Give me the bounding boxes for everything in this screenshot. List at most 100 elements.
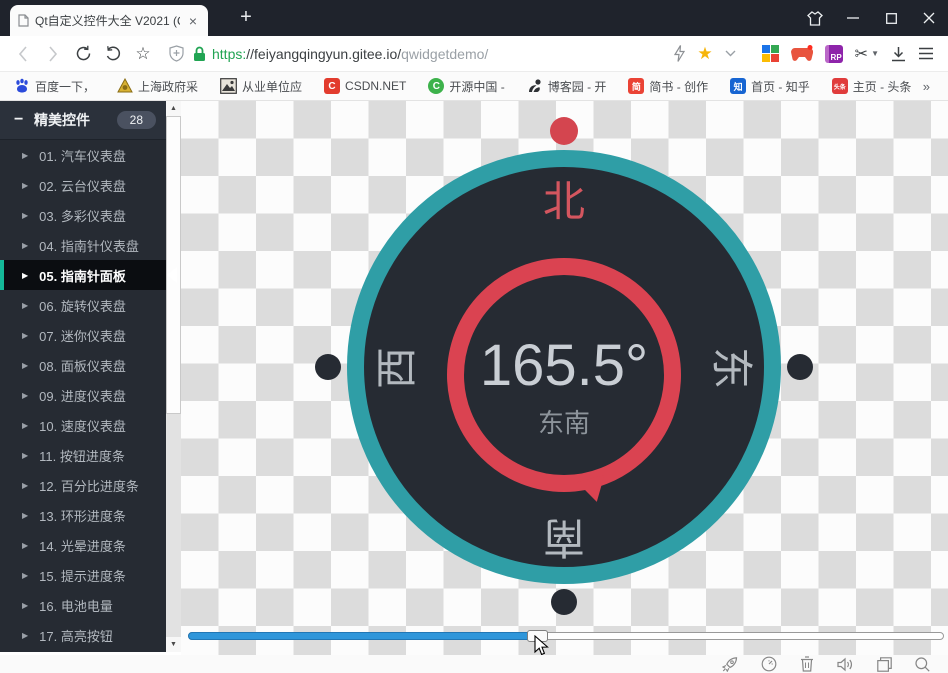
search-zoom-icon[interactable] — [915, 657, 930, 672]
mouse-cursor-icon — [534, 635, 550, 655]
bookmark-star-icon[interactable]: ☆ — [128, 44, 158, 64]
bookmark-label: 上海政府采 — [138, 78, 198, 95]
sidebar-item-05-selected[interactable]: ▶05. 指南针面板 — [0, 260, 166, 290]
sidebar-item-02[interactable]: ▶02. 云台仪表盘 — [0, 170, 166, 200]
caret-right-icon: ▶ — [22, 301, 28, 310]
tab-title: Qt自定义控件大全 V2021 (Q — [35, 12, 180, 29]
sidebar-item-label: 09. 进度仪表盘 — [39, 386, 126, 405]
rp-extension-icon[interactable]: RP — [825, 45, 843, 63]
new-tab-button[interactable]: + — [232, 4, 260, 32]
bookmark-shanghai-gov[interactable]: 上海政府采 — [117, 78, 198, 95]
bookmark-label: 简书 - 创作 — [649, 78, 708, 95]
caret-right-icon: ▶ — [22, 241, 28, 250]
sidebar-item-16[interactable]: ▶16. 电池电量 — [0, 590, 166, 620]
sidebar-item-14[interactable]: ▶14. 光晕进度条 — [0, 530, 166, 560]
tab-bar: Qt自定义控件大全 V2021 (Q × + — [0, 0, 948, 36]
scrollbar-track[interactable] — [166, 414, 181, 637]
scroll-up-icon[interactable]: ▲ — [166, 101, 181, 116]
sidebar-item-label: 10. 速度仪表盘 — [39, 416, 126, 435]
caret-right-icon: ▶ — [22, 331, 28, 340]
caret-right-icon: ▶ — [22, 181, 28, 190]
bookmark-oschina[interactable]: C 开源中国 - — [428, 78, 504, 95]
bookmark-label: 从业单位应 — [242, 78, 302, 95]
sidebar-item-label: 06. 旋转仪表盘 — [39, 296, 126, 315]
download-icon[interactable] — [891, 46, 906, 62]
screenshot-tool[interactable]: ✂▼ — [855, 44, 879, 64]
sidebar-group-header[interactable]: − 精美控件 28 — [0, 101, 166, 140]
booster-rocket-icon[interactable] — [722, 657, 738, 672]
compass-heading-value: 165.5° — [447, 332, 681, 399]
bookmarks-overflow-chevron[interactable]: » — [923, 79, 930, 94]
collapse-minus-icon[interactable]: − — [14, 111, 34, 129]
bookmark-cnblogs[interactable]: 博客园 - 开 — [527, 78, 607, 95]
sidebar-item-07[interactable]: ▶ 07. 迷你仪表盘 — [0, 320, 166, 350]
sidebar-item-11[interactable]: ▶11. 按钮进度条 — [0, 440, 166, 470]
resize-handle-right[interactable] — [787, 354, 813, 380]
browser-tab[interactable]: Qt自定义控件大全 V2021 (Q × — [10, 5, 208, 36]
url-text[interactable]: https://feiyangqingyun.gitee.io/qwidgetd… — [212, 46, 488, 62]
bookmark-label: 博客园 - 开 — [548, 78, 607, 95]
sidebar-item-label: 13. 环形进度条 — [39, 506, 126, 525]
resize-handle-left[interactable] — [315, 354, 341, 380]
zhihu-icon: 知 — [730, 78, 746, 94]
bookmark-label: 开源中国 - — [449, 78, 504, 95]
url-scheme: https: — [212, 46, 246, 62]
scissors-icon: ✂ — [855, 44, 868, 64]
sidebar-item-09[interactable]: ▶09. 进度仪表盘 — [0, 380, 166, 410]
bookmark-baidu[interactable]: 百度一下， — [14, 78, 95, 95]
lightning-boost-icon[interactable] — [674, 45, 685, 62]
caret-right-icon: ▶ — [22, 451, 28, 460]
sidebar-item-03[interactable]: ▶03. 多彩仪表盘 — [0, 200, 166, 230]
menu-icon[interactable] — [918, 47, 934, 60]
speed-dial-icon[interactable] — [761, 656, 777, 672]
demo-canvas: 北 西 东 南 165.5° 东南 — [181, 101, 948, 655]
sidebar-item-06[interactable]: ▶ 06. 旋转仪表盘 — [0, 290, 166, 320]
caret-right-icon: ▶ — [22, 601, 28, 610]
forward-icon[interactable] — [38, 46, 68, 62]
refresh-icon[interactable] — [68, 45, 98, 62]
sidebar-item-13[interactable]: ▶13. 环形进度条 — [0, 500, 166, 530]
scroll-down-icon[interactable]: ▼ — [166, 637, 181, 652]
caret-right-icon: ▶ — [22, 361, 28, 370]
sidebar-item-08[interactable]: ▶08. 面板仪表盘 — [0, 350, 166, 380]
game-center-icon[interactable] — [791, 45, 813, 62]
bookmark-congye[interactable]: 从业单位应 — [220, 78, 302, 95]
address-bar[interactable]: https://feiyangqingyun.gitee.io/qwidgetd… — [168, 45, 674, 62]
sidebar-item-17[interactable]: ▶17. 高亮按钮 — [0, 620, 166, 650]
restore-session-icon[interactable] — [98, 45, 128, 62]
tab-close-icon[interactable]: × — [186, 13, 200, 29]
sidebar-item-label: 05. 指南针面板 — [39, 266, 126, 285]
jianshu-icon: 简 — [628, 78, 644, 94]
maximize-button[interactable] — [872, 0, 910, 36]
sidebar-item-01[interactable]: ▶01. 汽车仪表盘 — [0, 140, 166, 170]
shield-adblock-icon[interactable] — [168, 45, 185, 62]
trash-icon[interactable] — [800, 656, 814, 672]
scrollbar-thumb[interactable] — [166, 116, 181, 414]
sidebar-item-label: 17. 高亮按钮 — [39, 626, 113, 645]
caret-right-icon: ▶ — [22, 211, 28, 220]
secure-lock-icon — [193, 46, 206, 62]
theme-skin-icon[interactable] — [796, 0, 834, 36]
extensions-grid-icon[interactable] — [762, 45, 779, 62]
sidebar-item-12[interactable]: ▶12. 百分比进度条 — [0, 470, 166, 500]
bookmark-jianshu[interactable]: 简 简书 - 创作 — [628, 78, 708, 95]
sidebar-item-label: 07. 迷你仪表盘 — [39, 326, 126, 345]
resize-handle-top[interactable] — [550, 117, 578, 145]
favorited-star-icon[interactable]: ★ — [697, 44, 712, 64]
back-icon[interactable] — [8, 46, 38, 62]
sidebar-item-10[interactable]: ▶10. 速度仪表盘 — [0, 410, 166, 440]
bookmark-toutiao[interactable]: 头条 主页 - 头条 — [832, 78, 912, 95]
sidebar-item-15[interactable]: ▶15. 提示进度条 — [0, 560, 166, 590]
bookmark-label: CSDN.NET — [345, 79, 406, 93]
multi-window-icon[interactable] — [877, 657, 892, 672]
bookmark-csdn[interactable]: C CSDN.NET — [324, 78, 406, 94]
sidebar-item-04[interactable]: ▶04. 指南针仪表盘 — [0, 230, 166, 260]
volume-icon[interactable] — [837, 657, 854, 672]
bookmark-zhihu[interactable]: 知 首页 - 知乎 — [730, 78, 810, 95]
chevron-down-icon[interactable] — [725, 50, 736, 57]
url-host: //feiyangqingyun.gitee.io/ — [246, 46, 401, 62]
sidebar-scrollbar[interactable]: ▲ ▼ — [166, 101, 181, 652]
resize-handle-bottom[interactable] — [551, 589, 577, 615]
minimize-button[interactable] — [834, 0, 872, 36]
close-button[interactable] — [910, 0, 948, 36]
